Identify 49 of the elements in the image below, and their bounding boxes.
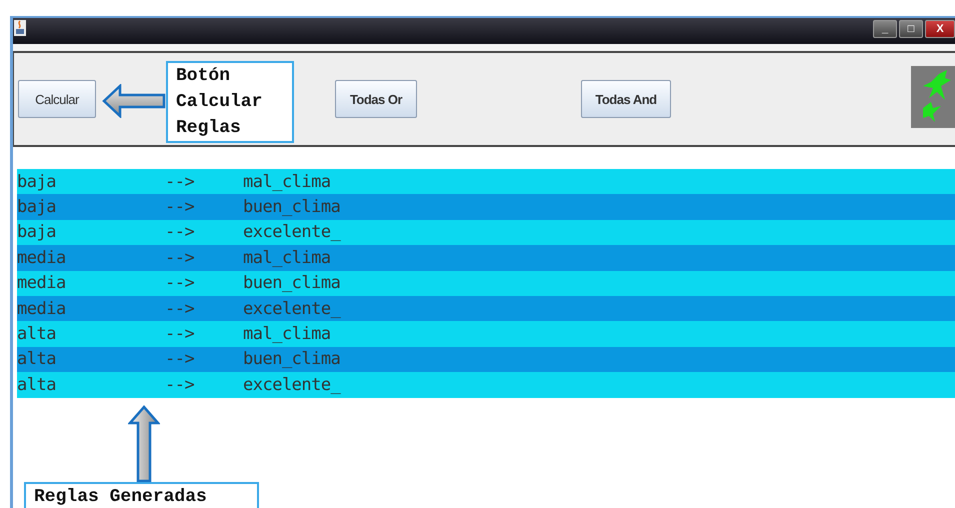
antecedent-text: baja bbox=[17, 172, 57, 192]
rule-row[interactable]: baja --> buen_clima bbox=[17, 194, 955, 220]
antecedent-text: baja bbox=[17, 197, 57, 218]
arrow-text: --> bbox=[165, 197, 196, 218]
antecedent-text: baja bbox=[17, 222, 57, 242]
arrow-text: --> bbox=[165, 349, 196, 370]
maximize-button[interactable]: □ bbox=[899, 20, 923, 38]
antecedent-text: alta bbox=[17, 374, 57, 395]
close-button[interactable]: X bbox=[925, 20, 955, 38]
arrow-text: --> bbox=[165, 172, 196, 192]
consequent-text: buen_clima bbox=[243, 197, 340, 218]
callout-text: Botón bbox=[176, 65, 232, 88]
rule-row[interactable]: alta --> excelente_ bbox=[17, 372, 955, 398]
arrow-text: --> bbox=[165, 324, 196, 344]
rule-row[interactable]: baja --> excelente_ bbox=[17, 220, 955, 246]
rule-row[interactable]: media --> mal_clima bbox=[17, 245, 955, 271]
consequent-text: buen_clima bbox=[243, 349, 340, 370]
consequent-text: excelente_ bbox=[243, 222, 340, 242]
arrow-text: --> bbox=[165, 298, 196, 319]
antecedent-text: alta bbox=[17, 324, 57, 344]
callout-text: Reglas bbox=[176, 117, 242, 140]
consequent-text: mal_clima bbox=[243, 324, 331, 344]
rule-row[interactable]: media --> buen_clima bbox=[17, 270, 955, 296]
minimize-button[interactable]: _ bbox=[873, 20, 897, 38]
consequent-text: excelente_ bbox=[243, 298, 340, 319]
callout-text: Calcular bbox=[176, 91, 264, 114]
toolbar-button[interactable]: Calcular bbox=[18, 80, 96, 118]
callout-text: Reglas Generadas bbox=[34, 486, 208, 508]
consequent-text: excelente_ bbox=[243, 374, 340, 395]
rule-row[interactable]: alta --> buen_clima bbox=[17, 346, 955, 372]
rule-row[interactable]: media --> excelente_ bbox=[17, 296, 955, 322]
arrow-text: --> bbox=[165, 374, 196, 395]
rule-row[interactable]: baja --> mal_clima bbox=[17, 169, 955, 194]
antecedent-text: media bbox=[17, 248, 67, 268]
antecedent-text: media bbox=[17, 298, 67, 319]
toolbar-button[interactable]: Todas And bbox=[581, 80, 671, 118]
left-arrow bbox=[102, 84, 166, 118]
antecedent-text: media bbox=[17, 273, 67, 294]
arrow-text: --> bbox=[165, 273, 196, 294]
java-cup-icon bbox=[14, 20, 26, 36]
birds-icon[interactable] bbox=[911, 66, 955, 128]
consequent-text: mal_clima bbox=[243, 248, 331, 268]
arrow-text: --> bbox=[165, 248, 196, 268]
rule-row[interactable]: alta --> mal_clima bbox=[17, 321, 955, 347]
antecedent-text: alta bbox=[17, 349, 57, 370]
arrow-text: --> bbox=[165, 222, 196, 242]
toolbar-button[interactable]: Todas Or bbox=[335, 80, 417, 118]
consequent-text: mal_clima bbox=[243, 172, 331, 192]
consequent-text: buen_clima bbox=[243, 273, 340, 294]
